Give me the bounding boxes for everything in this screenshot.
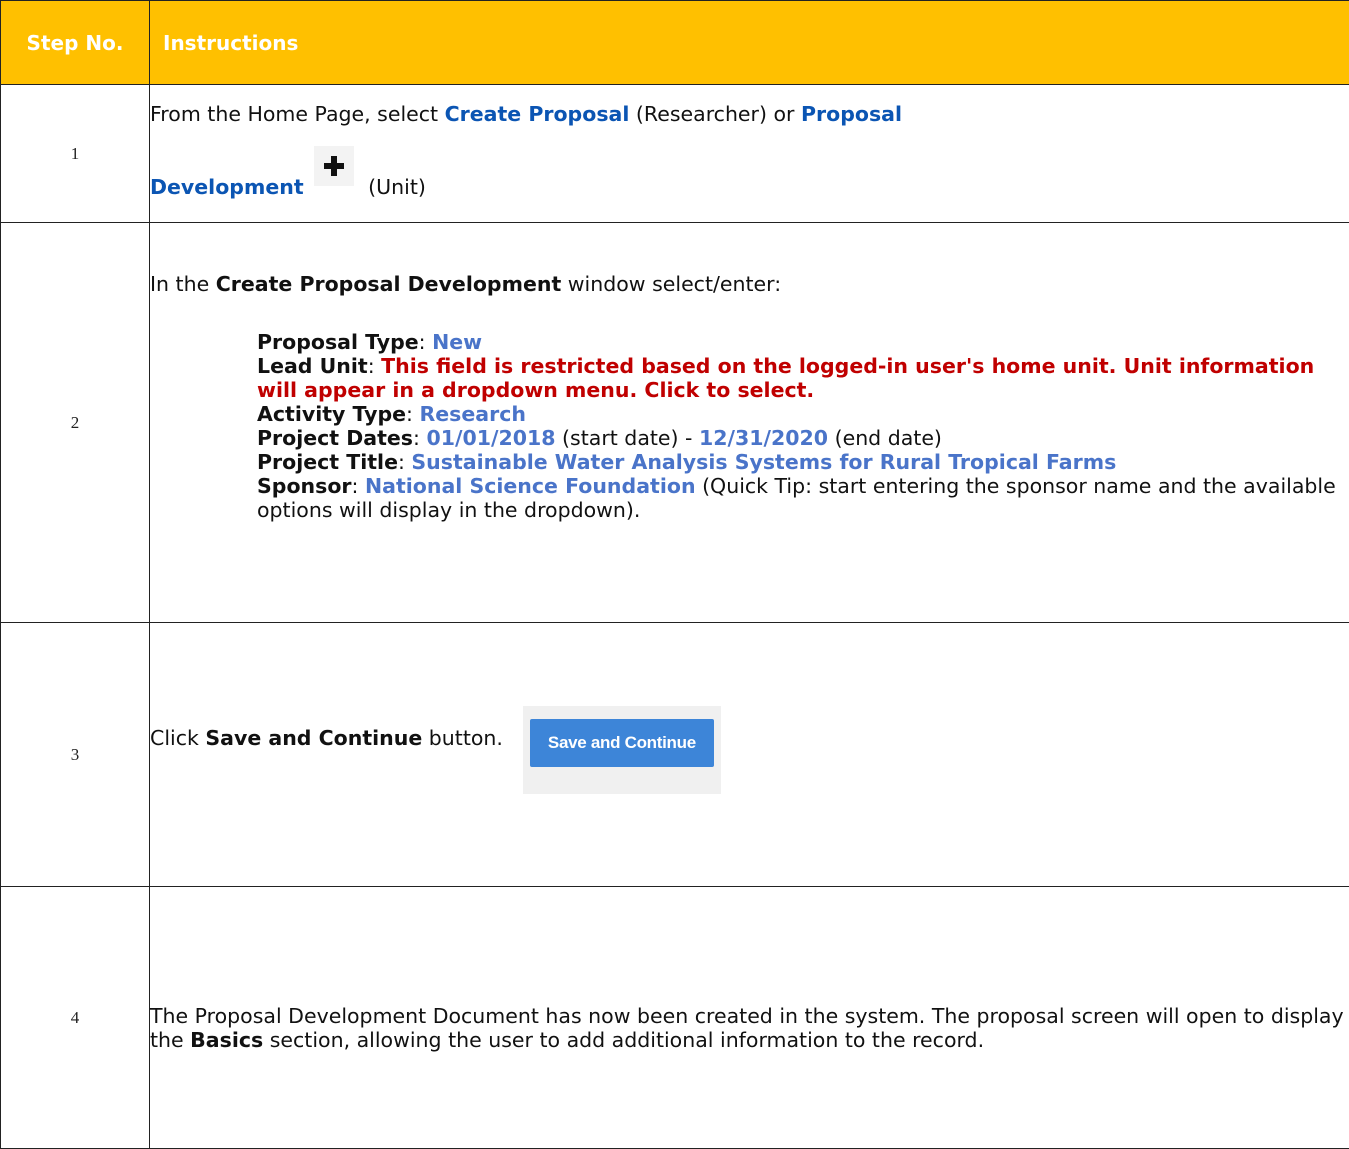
step-number: 3 bbox=[1, 623, 150, 887]
field-lead-unit: Lead Unit: This field is restricted base… bbox=[257, 354, 1349, 402]
step-instructions: The Proposal Development Document has no… bbox=[150, 887, 1349, 1149]
field-activity-type: Activity Type: Research bbox=[257, 402, 1349, 426]
field-proposal-type: Proposal Type: New bbox=[257, 330, 1349, 354]
proposal-development-link[interactable]: Proposal bbox=[801, 102, 902, 126]
step-row-4: 4 The Proposal Development Document has … bbox=[1, 887, 1349, 1149]
step-instructions: From the Home Page, select Create Propos… bbox=[150, 85, 1349, 223]
instructions-header: Instructions bbox=[150, 1, 1349, 85]
header-row: Step No. Instructions bbox=[1, 1, 1349, 85]
proposal-development-link-cont[interactable]: Development bbox=[150, 175, 304, 199]
step-number: 1 bbox=[1, 85, 150, 223]
step-number: 4 bbox=[1, 887, 150, 1149]
step-row-1: 1 From the Home Page, select Create Prop… bbox=[1, 85, 1349, 223]
plus-icon[interactable] bbox=[314, 146, 354, 186]
instructions-table: Step No. Instructions 1 From the Home Pa… bbox=[0, 0, 1349, 1149]
step-number: 2 bbox=[1, 223, 150, 623]
create-proposal-link[interactable]: Create Proposal bbox=[445, 102, 630, 126]
step-no-header: Step No. bbox=[1, 1, 150, 85]
field-project-title: Project Title: Sustainable Water Analysi… bbox=[257, 450, 1349, 474]
field-sponsor: Sponsor: National Science Foundation (Qu… bbox=[257, 474, 1349, 522]
field-project-dates: Project Dates: 01/01/2018 (start date) -… bbox=[257, 426, 1349, 450]
save-and-continue-button[interactable]: Save and Continue bbox=[530, 719, 714, 767]
step-row-3: 3 Click Save and Continue button.Save an… bbox=[1, 623, 1349, 887]
step-instructions: Click Save and Continue button.Save and … bbox=[150, 623, 1349, 887]
step-instructions: In the Create Proposal Development windo… bbox=[150, 223, 1349, 623]
save-button-screenshot: Save and Continue bbox=[523, 706, 721, 794]
step-row-2: 2 In the Create Proposal Development win… bbox=[1, 223, 1349, 623]
